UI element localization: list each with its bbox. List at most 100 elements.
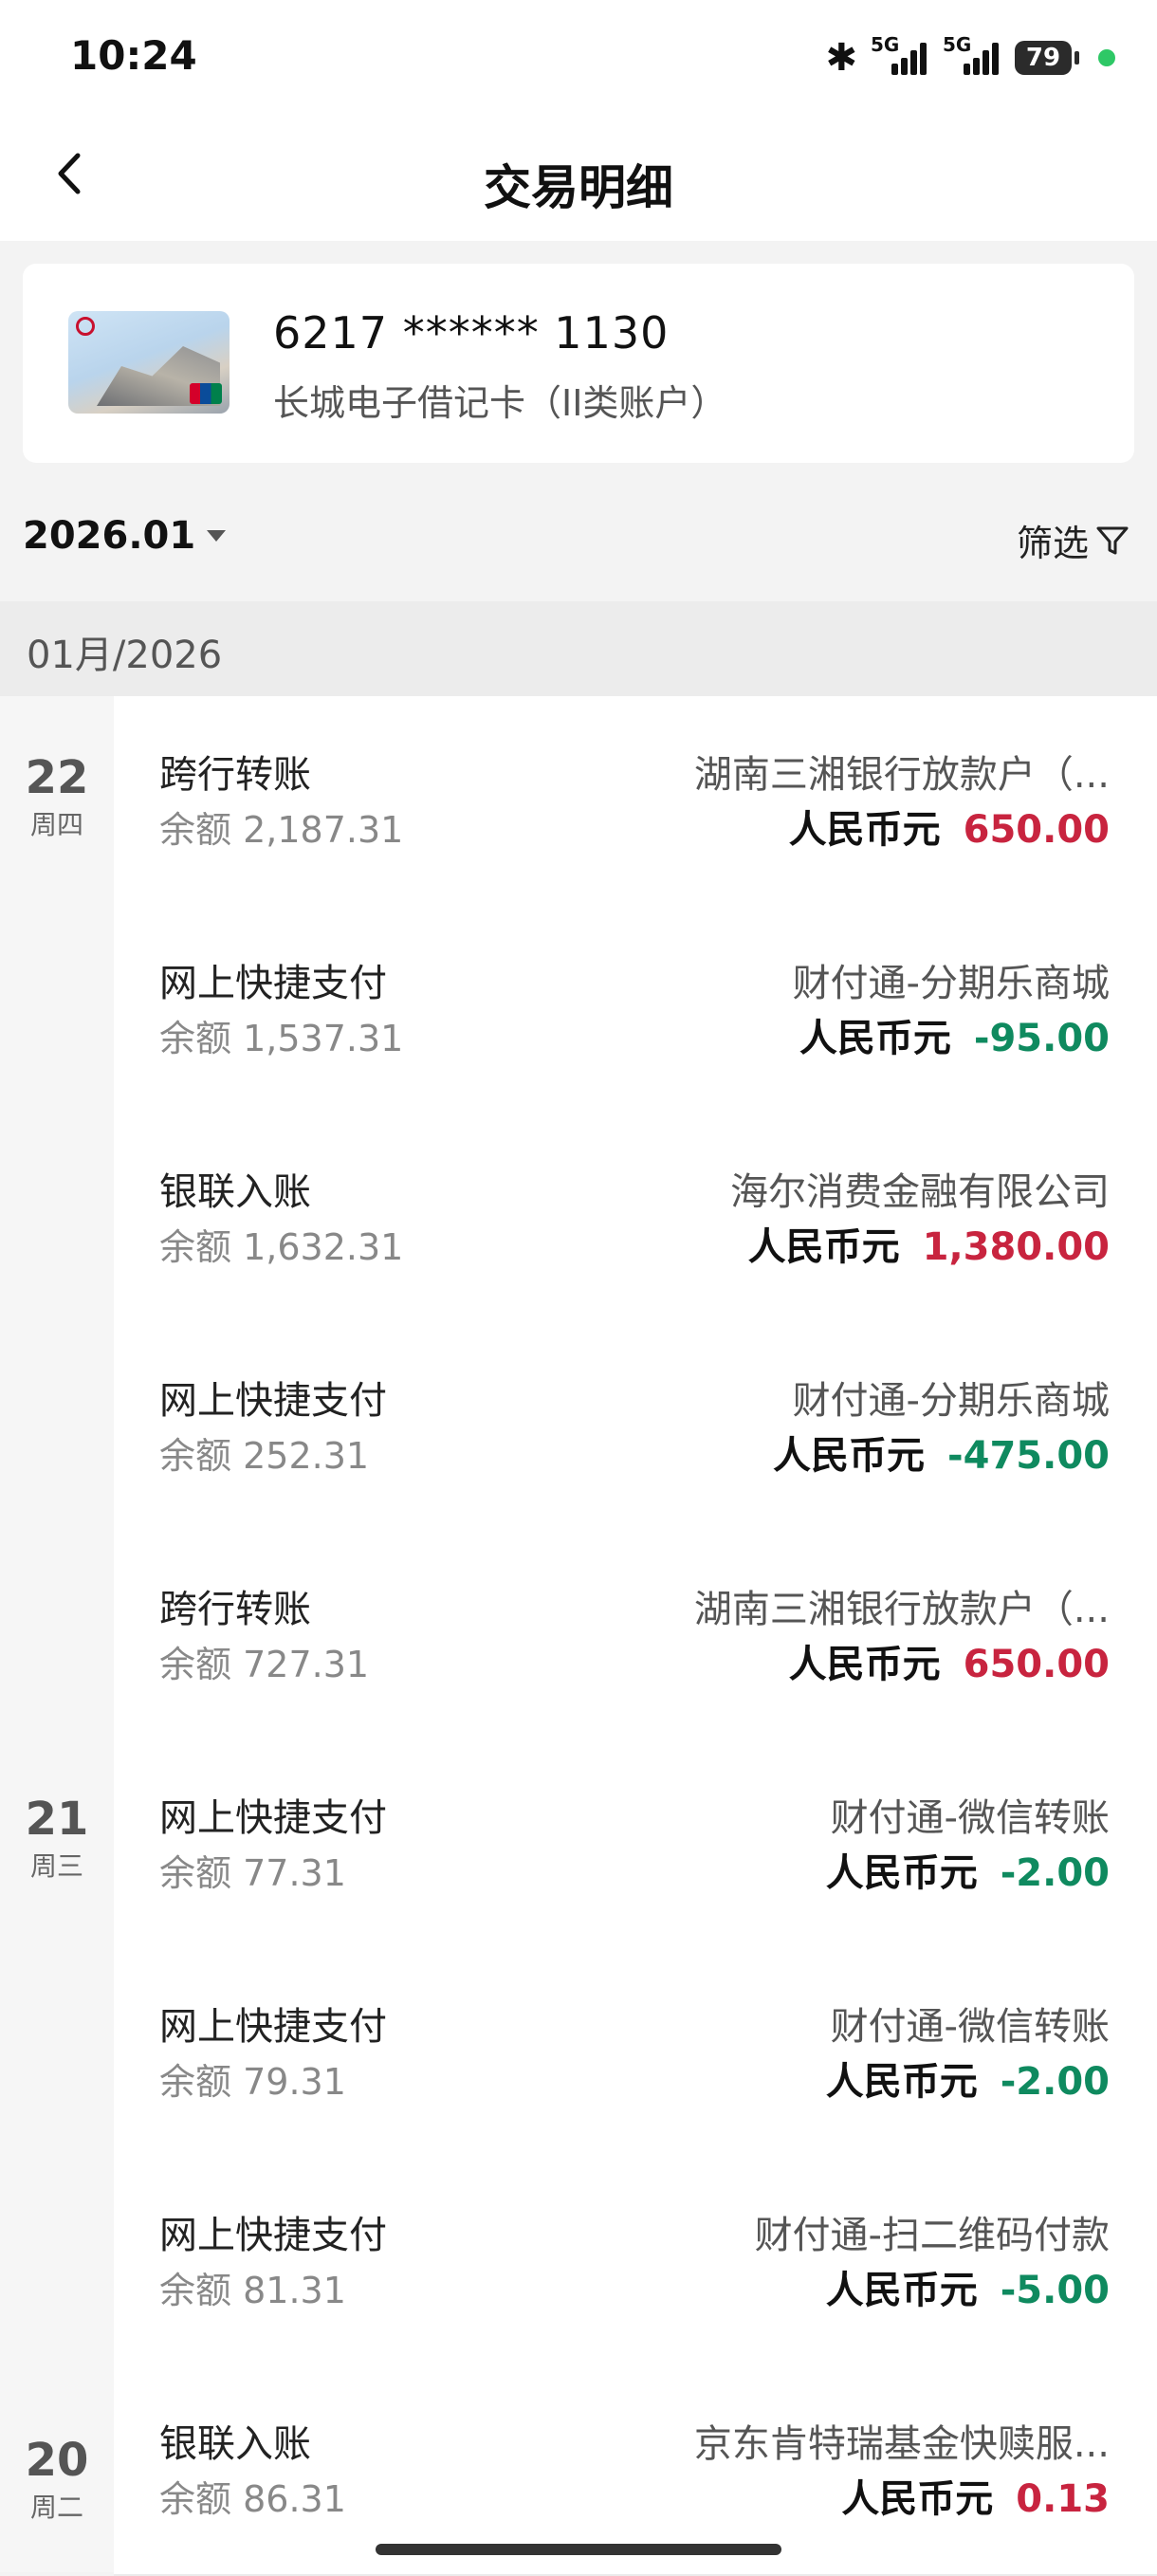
currency-label: 人民币元 bbox=[825, 2060, 978, 2104]
balance-text: 余额 1,632.31 bbox=[159, 1218, 403, 1270]
currency-label: 人民币元 bbox=[788, 1643, 941, 1686]
amount-line: 人民币元 -475.00 bbox=[773, 1425, 1110, 1480]
amount-value: 650.00 bbox=[963, 1643, 1110, 1686]
month-selector[interactable]: 2026.01 bbox=[23, 514, 227, 558]
balance-label: 余额 bbox=[159, 809, 232, 851]
unionpay-logo-icon bbox=[190, 383, 222, 404]
day-group-label: 20 周二 bbox=[0, 2436, 114, 2525]
day-group-label: 22 周四 bbox=[0, 753, 114, 842]
transaction-row[interactable]: 网上快捷支付 余额 1,537.31 财付通-分期乐商城 人民币元 -95.00 bbox=[114, 905, 1157, 1115]
counterparty: 财付通-分期乐商城 bbox=[792, 962, 1110, 1005]
transaction-type: 银联入账 bbox=[159, 1170, 311, 1214]
balance-label: 余额 bbox=[159, 1435, 232, 1477]
balance-value: 77.31 bbox=[243, 1852, 346, 1894]
nav-bar: 交易明细 bbox=[0, 112, 1157, 241]
counterparty: 湖南三湘银行放款户（... bbox=[693, 1588, 1110, 1631]
balance-text: 余额 2,187.31 bbox=[159, 800, 403, 853]
counterparty: 海尔消费金融有限公司 bbox=[730, 1170, 1110, 1214]
amount-value: 1,380.00 bbox=[922, 1225, 1110, 1269]
balance-label: 余额 bbox=[159, 1852, 232, 1894]
amount-line: 人民币元 650.00 bbox=[789, 1633, 1110, 1688]
amount-line: 人民币元 -95.00 bbox=[799, 1007, 1110, 1062]
amount-line: 人民币元 650.00 bbox=[789, 799, 1110, 854]
balance-label: 余额 bbox=[159, 2478, 232, 2520]
signal-icon: 5G bbox=[871, 33, 929, 79]
bluetooth-icon: ✱ bbox=[825, 36, 857, 80]
weekday: 周三 bbox=[29, 1850, 83, 1882]
transaction-type: 网上快捷支付 bbox=[159, 962, 387, 1005]
weekday: 周四 bbox=[29, 809, 83, 840]
transaction-type: 网上快捷支付 bbox=[159, 2214, 387, 2257]
currency-label: 人民币元 bbox=[825, 2269, 978, 2312]
battery-level: 79 bbox=[1025, 44, 1061, 72]
filter-label: 筛选 bbox=[1016, 523, 1089, 564]
amount-value: -475.00 bbox=[947, 1434, 1110, 1478]
bank-logo-icon bbox=[76, 317, 95, 336]
filter-button[interactable]: 筛选 bbox=[1017, 514, 1130, 566]
balance-value: 1,632.31 bbox=[243, 1226, 404, 1268]
status-icons: ✱ 5G 5G 79 bbox=[825, 33, 1115, 82]
balance-value: 1,537.31 bbox=[243, 1018, 404, 1059]
transaction-row[interactable]: 网上快捷支付 余额 81.31 财付通-扫二维码付款 人民币元 -5.00 bbox=[114, 2157, 1157, 2367]
balance-value: 727.31 bbox=[243, 1644, 370, 1685]
balance-value: 79.31 bbox=[243, 2061, 346, 2103]
amount-value: -2.00 bbox=[1000, 2060, 1110, 2104]
balance-text: 余额 1,537.31 bbox=[159, 1009, 403, 1061]
bank-card-image bbox=[68, 311, 230, 414]
balance-text: 余额 252.31 bbox=[159, 1426, 369, 1479]
transaction-row[interactable]: 银联入账 余额 1,632.31 海尔消费金融有限公司 人民币元 1,380.00 bbox=[114, 1113, 1157, 1324]
counterparty: 财付通-微信转账 bbox=[830, 1796, 1110, 1840]
counterparty: 湖南三湘银行放款户（... bbox=[693, 753, 1110, 797]
signal-icon: 5G bbox=[943, 33, 1001, 79]
balance-value: 252.31 bbox=[243, 1435, 370, 1477]
card-type: 长城电子借记卡（II类账户） bbox=[273, 382, 727, 424]
amount-line: 人民币元 0.13 bbox=[841, 2468, 1110, 2523]
section-header: 01月/2026 bbox=[0, 601, 1157, 696]
month-value: 2026.01 bbox=[23, 514, 196, 558]
funnel-icon bbox=[1096, 526, 1129, 554]
home-indicator[interactable] bbox=[376, 2544, 781, 2555]
transaction-type: 跨行转账 bbox=[159, 1588, 311, 1631]
counterparty: 京东肯特瑞基金快赎服... bbox=[693, 2422, 1110, 2466]
month-filter-bar: 2026.01 筛选 bbox=[0, 486, 1157, 592]
amount-line: 人民币元 -2.00 bbox=[826, 1842, 1110, 1897]
battery-icon: 79 bbox=[1015, 41, 1079, 75]
balance-text: 余额 727.31 bbox=[159, 1635, 369, 1687]
balance-label: 余额 bbox=[159, 1644, 232, 1685]
transaction-row[interactable]: 跨行转账 余额 727.31 湖南三湘银行放款户（... 人民币元 650.00 bbox=[114, 1531, 1157, 1741]
amount-line: 人民币元 -2.00 bbox=[826, 2051, 1110, 2106]
caret-down-icon bbox=[207, 530, 227, 542]
balance-label: 余额 bbox=[159, 2061, 232, 2103]
balance-label: 余额 bbox=[159, 1018, 232, 1059]
day-number: 22 bbox=[25, 751, 89, 804]
currency-label: 人民币元 bbox=[799, 1017, 951, 1060]
account-card[interactable]: 6217 ****** 1130 长城电子借记卡（II类账户） bbox=[23, 264, 1134, 463]
amount-value: -2.00 bbox=[1000, 1851, 1110, 1895]
weekday: 周二 bbox=[29, 2492, 83, 2523]
balance-text: 余额 77.31 bbox=[159, 1844, 346, 1896]
amount-line: 人民币元 -5.00 bbox=[826, 2259, 1110, 2314]
section-month-label: 01月/2026 bbox=[27, 634, 223, 677]
transaction-type: 网上快捷支付 bbox=[159, 2005, 387, 2049]
currency-label: 人民币元 bbox=[773, 1434, 926, 1478]
day-number: 20 bbox=[25, 2434, 89, 2487]
transaction-type: 银联入账 bbox=[159, 2422, 311, 2466]
currency-label: 人民币元 bbox=[825, 1851, 978, 1895]
status-time: 10:24 bbox=[70, 32, 197, 79]
balance-value: 86.31 bbox=[243, 2478, 346, 2520]
page-title: 交易明细 bbox=[484, 160, 673, 215]
balance-text: 余额 79.31 bbox=[159, 2052, 346, 2105]
transaction-row[interactable]: 网上快捷支付 余额 79.31 财付通-微信转账 人民币元 -2.00 bbox=[114, 1948, 1157, 2159]
network-type-label: 5G bbox=[871, 33, 900, 56]
status-bar: 10:24 ✱ 5G 5G 79 bbox=[0, 0, 1157, 112]
network-type-label: 5G bbox=[943, 33, 972, 56]
amount-value: -5.00 bbox=[1000, 2269, 1110, 2312]
transaction-row[interactable]: 网上快捷支付 余额 252.31 财付通-分期乐商城 人民币元 -475.00 bbox=[114, 1322, 1157, 1533]
transaction-row[interactable]: 跨行转账 余额 2,187.31 湖南三湘银行放款户（... 人民币元 650.00 bbox=[114, 696, 1157, 907]
balance-value: 2,187.31 bbox=[243, 809, 404, 851]
transaction-row[interactable]: 网上快捷支付 余额 77.31 财付通-微信转账人民币元 -2.00 bbox=[114, 1739, 1157, 1950]
card-number: 6217 ****** 1130 bbox=[273, 307, 670, 359]
counterparty: 财付通-分期乐商城 bbox=[792, 1379, 1110, 1423]
transaction-type: 网上快捷支付 bbox=[159, 1796, 387, 1840]
privacy-indicator-dot bbox=[1098, 49, 1115, 66]
